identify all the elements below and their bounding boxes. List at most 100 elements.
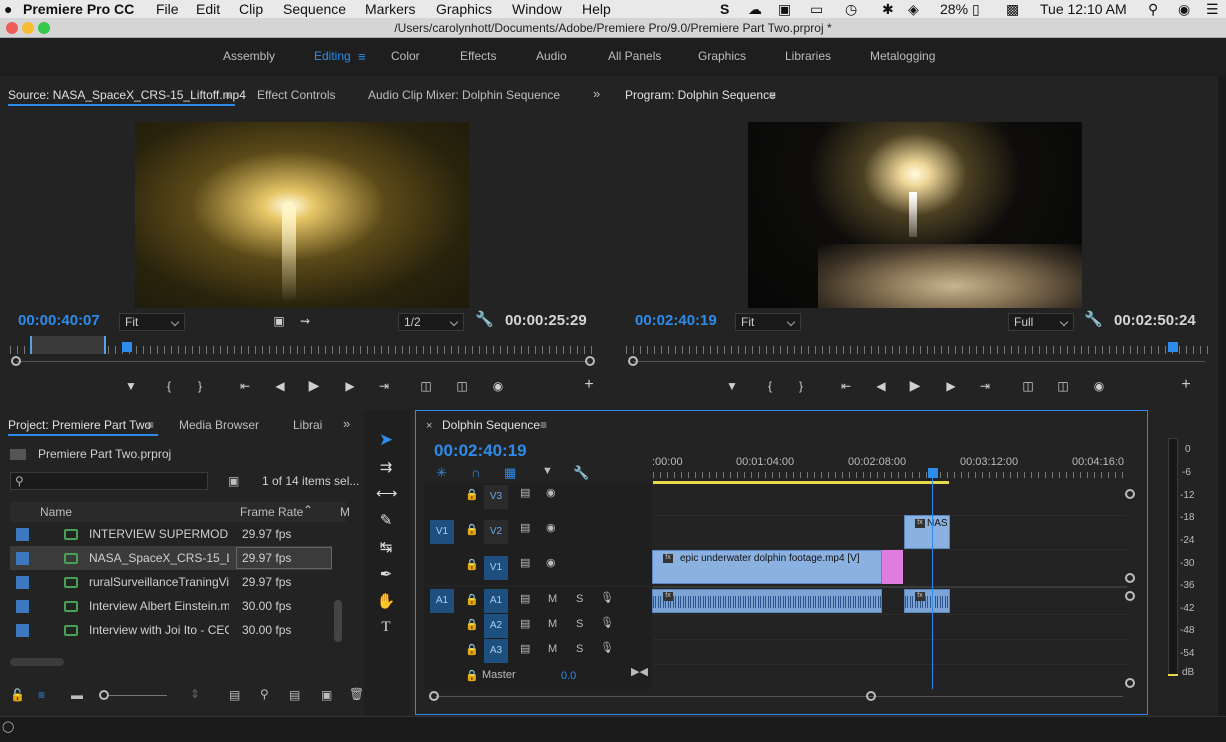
program-panel-menu-icon[interactable]: ≡ — [769, 87, 776, 103]
master-volume-value[interactable]: 0.0 — [561, 670, 576, 682]
overwrite-icon[interactable]: ◫ — [453, 379, 471, 393]
column-frame-rate[interactable]: Frame Rate — [240, 505, 303, 519]
menu-markers[interactable]: Markers — [365, 0, 416, 18]
timeline-timecode[interactable]: 00:02:40:19 — [434, 441, 527, 461]
new-bin-icon[interactable]: ▤ — [289, 688, 300, 702]
wifi-icon[interactable]: ◈ — [908, 0, 919, 18]
tab-audio-clip-mixer[interactable]: Audio Clip Mixer: Dolphin Sequence — [368, 87, 560, 103]
linked-selection-icon[interactable]: ▦ — [504, 465, 516, 481]
column-name[interactable]: Name — [40, 505, 72, 519]
ripple-edit-tool-icon[interactable]: ⟷ — [376, 484, 398, 502]
toggle-output-eye-icon[interactable]: ◉ — [546, 556, 556, 569]
timeline-playhead-line[interactable] — [932, 478, 933, 689]
mute-button[interactable]: M — [548, 618, 557, 630]
tab-source[interactable]: Source: NASA_SpaceX_CRS-15_Liftoff.mp4 — [8, 87, 246, 103]
workspace-all-panels[interactable]: All Panels — [608, 49, 661, 63]
audio-track-scroll-bottom[interactable] — [1125, 678, 1135, 688]
menu-clip[interactable]: Clip — [239, 0, 263, 18]
video-track-scroll-bottom[interactable] — [1125, 573, 1135, 583]
workspace-color[interactable]: Color — [391, 49, 420, 63]
track-lock-icon[interactable]: 🔒 — [465, 669, 479, 682]
source-zoom-handle-right[interactable] — [585, 356, 595, 366]
track-target-v2[interactable]: V2 — [484, 520, 508, 544]
track-lock-icon[interactable]: 🔒 — [465, 523, 479, 536]
menu-help[interactable]: Help — [582, 0, 611, 18]
a1-audio-clip[interactable]: fx — [652, 589, 882, 613]
sort-icons-icon[interactable]: ⇕ — [190, 687, 200, 701]
slip-tool-icon[interactable]: ↹ — [376, 538, 396, 556]
export-frame-camera-icon[interactable]: ◉ — [489, 379, 507, 393]
sync-lock-icon[interactable]: ▤ — [520, 592, 530, 605]
timeline-ruler[interactable] — [653, 472, 1127, 478]
dock-icon[interactable]: ▣ — [778, 0, 791, 18]
label-color-swatch[interactable] — [16, 600, 29, 613]
track-lock-icon[interactable]: 🔒 — [465, 558, 479, 571]
toggle-output-eye-icon[interactable]: ◉ — [546, 521, 556, 534]
type-tool-icon[interactable]: T — [376, 619, 396, 636]
tab-sequence[interactable]: Dolphin Sequence — [442, 417, 540, 433]
step-back-icon[interactable]: ◀ — [271, 379, 289, 393]
extract-icon[interactable]: ◫ — [1054, 379, 1072, 393]
label-color-swatch[interactable] — [16, 624, 29, 637]
project-panel-menu-icon[interactable]: ≡ — [147, 417, 154, 433]
program-playhead[interactable] — [1168, 342, 1179, 352]
program-zoom-select[interactable]: Fit — [735, 313, 801, 331]
program-mark-out-icon[interactable]: } — [792, 379, 810, 393]
source-panel-menu-icon[interactable]: ≡ — [225, 87, 232, 103]
source-patch-v1[interactable]: V1 — [430, 520, 454, 544]
track-target-a2[interactable]: A2 — [484, 614, 508, 638]
workspace-graphics[interactable]: Graphics — [698, 49, 746, 63]
time-machine-icon[interactable]: ◷ — [845, 0, 857, 18]
sync-lock-icon[interactable]: ▤ — [520, 486, 530, 499]
program-step-forward-icon[interactable]: ▶ — [942, 379, 960, 393]
program-time-ruler[interactable] — [626, 346, 1208, 354]
panel-overflow-icon[interactable]: » — [593, 86, 600, 102]
button-editor-add-icon[interactable]: + — [580, 377, 598, 393]
source-patch-a1[interactable]: A1 — [430, 589, 454, 613]
new-item-icon[interactable]: ▣ — [321, 688, 332, 702]
project-vertical-scrollbar[interactable] — [334, 600, 342, 642]
workspace-metalogging[interactable]: Metalogging — [870, 49, 935, 63]
razor-tool-icon[interactable]: ✎ — [376, 511, 396, 529]
a1-audio-clip-2[interactable]: fx — [904, 589, 950, 613]
workspace-editing[interactable]: Editing — [314, 49, 351, 63]
project-row-selected[interactable]: NASA_SpaceX_CRS-15_Liftoff.mp4 29.97 fps — [10, 546, 332, 570]
program-go-to-out-icon[interactable]: ⇥ — [976, 379, 994, 393]
project-row[interactable]: INTERVIEW SUPERMODEL TYRA 29.97 fps — [10, 522, 332, 546]
mark-out-icon[interactable]: } — [191, 379, 209, 393]
battery-icon[interactable]: ▯ — [972, 0, 980, 18]
track-target-v1[interactable]: V1 — [484, 556, 508, 580]
project-row[interactable]: Interview with Joi Ito - CEO of MIT Medi… — [10, 618, 332, 642]
source-zoom-select[interactable]: Fit — [119, 313, 185, 331]
clock[interactable]: Tue 12:10 AM — [1040, 0, 1127, 18]
v1-video-clip[interactable]: fx epic underwater dolphin footage.mp4 [… — [652, 550, 882, 584]
step-forward-icon[interactable]: ▶ — [341, 379, 359, 393]
timeline-settings-wrench-icon[interactable]: 🔧 — [573, 465, 589, 481]
label-color-swatch[interactable] — [16, 552, 29, 565]
close-sequence-icon[interactable]: × — [426, 418, 432, 434]
source-video-frame[interactable] — [135, 122, 469, 308]
tab-media-browser[interactable]: Media Browser — [179, 417, 259, 433]
mark-in-icon[interactable]: { — [160, 379, 178, 393]
project-row[interactable]: ruralSurveillanceTraningVid.mp4 29.97 fp… — [10, 570, 332, 594]
source-playhead[interactable] — [122, 342, 133, 352]
find-icon[interactable]: ⚲ — [260, 687, 269, 701]
new-bin-from-search-icon[interactable]: ▣ — [228, 474, 239, 488]
program-export-frame-camera-icon[interactable]: ◉ — [1090, 379, 1108, 393]
workspace-audio[interactable]: Audio — [536, 49, 567, 63]
sync-lock-icon[interactable]: ▤ — [520, 642, 530, 655]
solo-button[interactable]: S — [576, 593, 583, 605]
track-lock-icon[interactable]: 🔒 — [465, 593, 479, 606]
source-settings-wrench-icon[interactable]: 🔧 — [475, 312, 494, 327]
source-timecode[interactable]: 00:00:40:07 — [18, 312, 100, 329]
menu-window[interactable]: Window — [512, 0, 562, 18]
audio-track-scroll-top[interactable] — [1125, 591, 1135, 601]
source-resolution-select[interactable]: 1/2 — [398, 313, 464, 331]
project-row[interactable]: Interview Albert Einstein.mp4 30.00 fps — [10, 594, 332, 618]
solo-button[interactable]: S — [576, 643, 583, 655]
source-zoom-handle-left[interactable] — [11, 356, 21, 366]
voice-over-mic-icon[interactable]: 🎙 — [600, 591, 614, 604]
tab-effect-controls[interactable]: Effect Controls — [257, 87, 335, 103]
workspace-effects[interactable]: Effects — [460, 49, 496, 63]
airplay-icon[interactable]: ▭ — [810, 0, 823, 18]
